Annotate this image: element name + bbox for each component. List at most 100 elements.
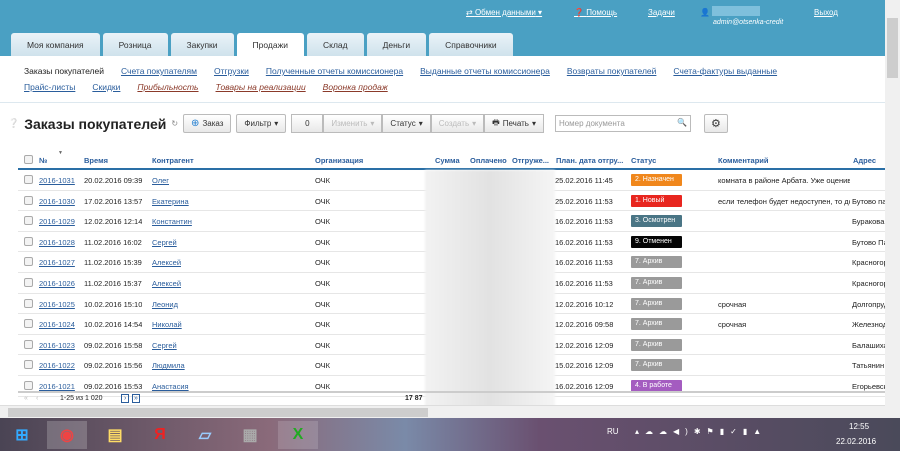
status-badge[interactable]: 7. Архив: [631, 256, 682, 269]
subnav-discounts[interactable]: Скидки: [92, 82, 120, 92]
calculator-icon[interactable]: ▦: [230, 421, 270, 449]
col-number[interactable]: №: [39, 156, 47, 165]
last-page-button[interactable]: »: [132, 394, 140, 403]
filter-button[interactable]: Фильтр ▾: [236, 114, 287, 133]
settings-gear-icon[interactable]: ⚙: [703, 114, 728, 133]
excel-icon[interactable]: X: [278, 421, 318, 449]
order-number-link[interactable]: 2016-1030: [39, 197, 75, 206]
counterparty-link[interactable]: Анастасия: [152, 382, 189, 391]
counterparty-link[interactable]: Алексей: [152, 258, 181, 267]
counterparty-link[interactable]: Алексей: [152, 279, 181, 288]
row-checkbox[interactable]: [24, 360, 33, 370]
order-number-link[interactable]: 2016-1031: [39, 176, 75, 185]
col-counterparty[interactable]: Контрагент: [152, 156, 194, 165]
horizontal-scrollbar[interactable]: [0, 405, 885, 418]
subnav-returns[interactable]: Возвраты покупателей: [567, 66, 657, 76]
subnav-consignment[interactable]: Товары на реализации: [216, 82, 306, 92]
tab-my-company[interactable]: Моя компания: [11, 33, 100, 56]
col-sum[interactable]: Сумма: [435, 156, 460, 165]
counterparty-link[interactable]: Людмила: [152, 361, 185, 370]
status-badge[interactable]: 7. Архив: [631, 277, 682, 289]
prev-page-button[interactable]: ‹: [36, 395, 38, 402]
refresh-icon[interactable]: ↻: [171, 119, 178, 128]
order-number-link[interactable]: 2016-1026: [39, 279, 75, 288]
counterparty-link[interactable]: Олег: [152, 176, 169, 185]
counterparty-link[interactable]: Николай: [152, 320, 182, 329]
col-organization[interactable]: Организация: [315, 156, 363, 165]
status-badge[interactable]: 7. Архив: [631, 297, 682, 310]
subnav-sales-funnel[interactable]: Воронка продаж: [323, 82, 388, 92]
status-button[interactable]: Статус ▾: [382, 114, 431, 133]
subnav-profitability[interactable]: Прибыльность: [137, 82, 198, 92]
row-checkbox[interactable]: [24, 278, 33, 287]
horizontal-scroll-thumb[interactable]: [8, 408, 428, 417]
tasks-link[interactable]: Задачи: [648, 8, 675, 17]
order-number-link[interactable]: 2016-1024: [39, 320, 75, 329]
vertical-scroll-thumb[interactable]: [887, 18, 898, 78]
counterparty-link[interactable]: Константин: [152, 217, 192, 226]
status-badge[interactable]: 7. Архив: [631, 318, 682, 331]
order-number-link[interactable]: 2016-1028: [39, 238, 75, 247]
col-time[interactable]: Время: [84, 156, 108, 165]
col-shipped[interactable]: Отгруже...: [512, 156, 549, 165]
clock-date[interactable]: 22.02.2016: [836, 437, 876, 446]
tab-purchases[interactable]: Закупки: [170, 33, 234, 56]
next-page-button[interactable]: ›: [121, 394, 130, 403]
row-checkbox[interactable]: [24, 236, 33, 246]
col-plan-date[interactable]: План. дата отгру...: [556, 156, 623, 165]
document-number-search[interactable]: Номер документа 🔍: [554, 115, 691, 132]
counterparty-link[interactable]: Екатерина: [152, 197, 189, 206]
tray-icons[interactable]: ▴☁☁◀)✱⚑▮✓▮▲: [635, 427, 767, 436]
select-all-checkbox[interactable]: [24, 155, 33, 164]
row-checkbox[interactable]: [24, 381, 33, 390]
tab-money[interactable]: Деньги: [366, 33, 427, 56]
row-checkbox[interactable]: [24, 339, 33, 349]
clock-time[interactable]: 12:55: [849, 422, 869, 431]
status-badge[interactable]: 2. Назначен: [631, 174, 682, 186]
counterparty-link[interactable]: Сергей: [152, 341, 177, 350]
new-order-button[interactable]: ⊕ Заказ: [183, 114, 232, 133]
tab-sales[interactable]: Продажи: [236, 33, 305, 57]
subnav-shipments[interactable]: Отгрузки: [214, 66, 249, 76]
col-paid[interactable]: Оплачено: [470, 156, 507, 165]
status-badge[interactable]: 9. Отменен: [631, 235, 682, 248]
notepad-icon[interactable]: ▱: [185, 421, 225, 449]
col-status[interactable]: Статус: [631, 156, 656, 165]
tab-retail[interactable]: Розница: [102, 33, 168, 56]
order-number-link[interactable]: 2016-1022: [39, 361, 75, 370]
status-badge[interactable]: 3. Осмотрен: [631, 215, 682, 228]
col-comment[interactable]: Комментарий: [718, 156, 769, 165]
row-checkbox[interactable]: [24, 298, 33, 308]
info-icon[interactable]: ❔: [8, 118, 19, 129]
status-badge[interactable]: 7. Архив: [631, 359, 682, 372]
tab-warehouse[interactable]: Склад: [307, 33, 364, 56]
order-number-link[interactable]: 2016-1025: [39, 300, 75, 309]
row-checkbox[interactable]: [24, 319, 33, 329]
start-button[interactable]: ⊞: [2, 421, 42, 449]
counterparty-link[interactable]: Сергей: [152, 238, 177, 247]
order-number-link[interactable]: 2016-1021: [39, 382, 75, 391]
create-button[interactable]: Создать ▾: [430, 114, 485, 133]
order-number-link[interactable]: 2016-1027: [39, 258, 75, 267]
subnav-issued-reports[interactable]: Выданные отчеты комиссионера: [420, 66, 550, 76]
row-checkbox[interactable]: [24, 175, 33, 184]
subnav-tax-invoices[interactable]: Счета-фактуры выданные: [673, 66, 777, 76]
yandex-icon[interactable]: Я: [140, 421, 180, 449]
first-page-button[interactable]: «: [24, 395, 28, 402]
language-indicator[interactable]: RU: [607, 427, 619, 436]
order-number-link[interactable]: 2016-1023: [39, 341, 75, 350]
row-checkbox[interactable]: [24, 257, 33, 267]
tab-directories[interactable]: Справочники: [429, 33, 513, 56]
vertical-scrollbar[interactable]: [885, 0, 900, 418]
chrome-icon[interactable]: ◉: [47, 421, 87, 449]
logout-link[interactable]: Выход: [814, 8, 838, 17]
print-button[interactable]: 🖶 Печать ▾: [484, 114, 544, 133]
explorer-icon[interactable]: ▤: [95, 421, 135, 449]
col-address[interactable]: Адрес: [853, 156, 876, 165]
edit-button[interactable]: Изменить ▾: [323, 114, 383, 133]
subnav-price-lists[interactable]: Прайс-листы: [24, 82, 75, 92]
subnav-invoices[interactable]: Счета покупателям: [121, 66, 197, 76]
search-icon[interactable]: 🔍: [677, 118, 687, 127]
order-number-link[interactable]: 2016-1029: [39, 217, 75, 226]
status-badge[interactable]: 7. Архив: [631, 338, 682, 351]
